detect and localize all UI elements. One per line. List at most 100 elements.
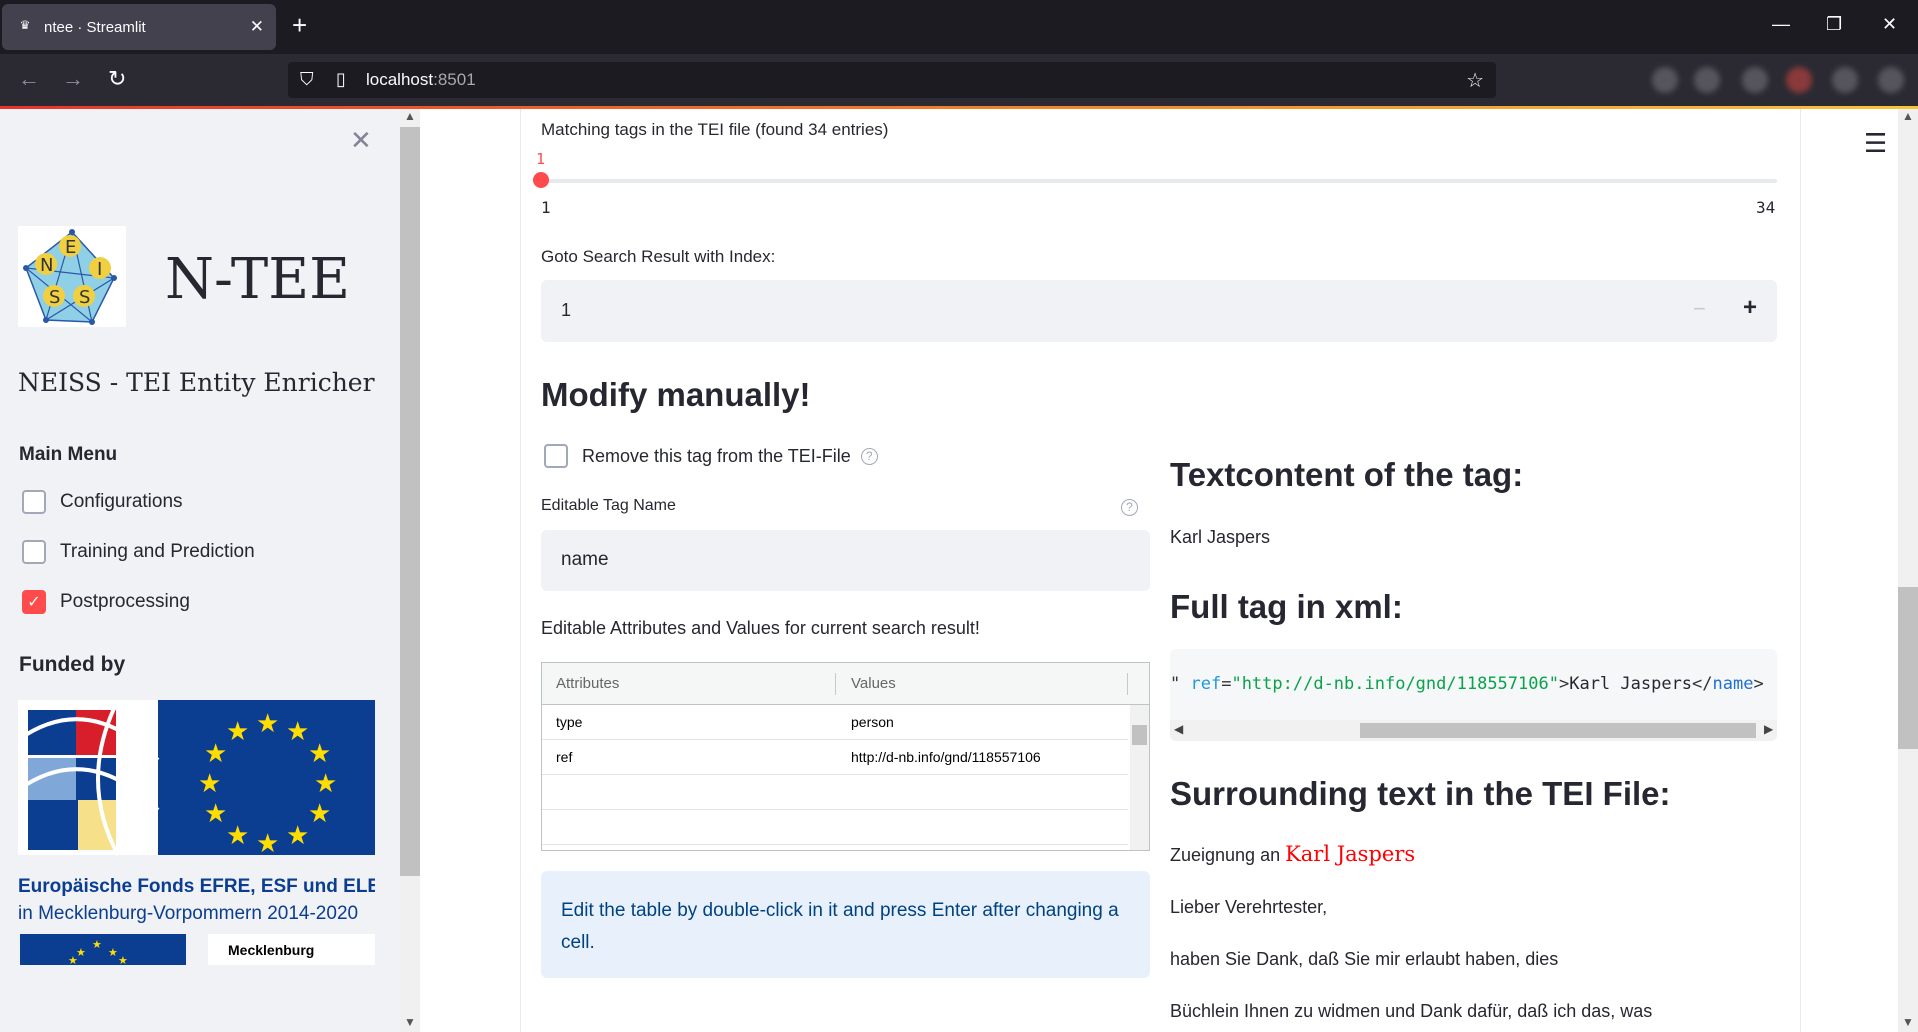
browser-tab[interactable]: ♛ ntee · Streamlit ✕ [2,4,276,50]
checkbox-checked[interactable]: ✓ [22,590,46,614]
table-row-empty[interactable] [542,775,1128,810]
menu-item-postprocessing[interactable]: ✓ Postprocessing [22,590,190,614]
scrollbar-thumb[interactable] [1132,725,1147,745]
svg-text:★: ★ [308,739,331,769]
extension-icon[interactable] [1694,67,1720,93]
browser-navbar: ← → ↻ ⛉ ▯ localhost:8501 ☆ [0,54,1918,106]
svg-text:S: S [79,287,90,308]
surrounding-heading: Surrounding text in the TEI File: [1170,775,1671,812]
scroll-up-icon[interactable]: ▲ [404,109,416,123]
modify-heading: Modify manually! [541,376,811,413]
checkbox[interactable] [22,540,46,564]
cell-attribute[interactable]: ref [556,749,572,765]
back-icon[interactable]: ← [18,66,40,92]
help-icon[interactable]: ? [1121,499,1138,516]
grid-header: Attributes Values [542,663,1149,705]
scrollbar-thumb[interactable] [1898,587,1918,749]
scrollbar-thumb[interactable] [1360,723,1756,738]
main-scrollbar[interactable]: ▲ ▼ [1898,109,1918,1032]
help-icon[interactable]: ? [860,447,878,465]
tag-name-input[interactable]: name [541,530,1150,591]
forward-icon[interactable]: → [62,66,84,92]
remove-tag-checkbox-row[interactable]: Remove this tag from the TEI-File ? [544,444,878,468]
menu-item-training[interactable]: Training and Prediction [22,540,255,564]
restore-icon[interactable]: ❐ [1826,14,1842,35]
svg-text:★: ★ [286,821,309,851]
svg-text:★: ★ [286,717,309,747]
scrollbar-thumb[interactable] [400,127,420,876]
attributes-grid[interactable]: Attributes Values type person ref http:/… [541,662,1150,851]
decrement-button[interactable]: − [1693,296,1706,322]
column-header-values[interactable]: Values [851,675,896,692]
svg-text:★: ★ [68,954,78,965]
browser-tabbar: ♛ ntee · Streamlit ✕ + — ❐ ✕ [0,0,1918,54]
cell-attribute[interactable]: type [556,714,582,730]
url-text[interactable]: localhost:8501 [366,70,476,90]
menu-item-label: Postprocessing [60,591,190,612]
eu-caption-line2: in Mecklenburg-Vorpommern 2014-2020 [18,903,358,924]
scroll-up-icon[interactable]: ▲ [1902,109,1914,123]
scroll-down-icon[interactable]: ▼ [1902,1015,1914,1029]
app-subtitle: NEISS - TEI Entity Enricher [18,368,375,397]
page-info-icon[interactable]: ▯ [336,69,346,90]
table-row[interactable]: type person [542,705,1128,740]
content-border [1800,109,1801,1032]
attributes-label: Editable Attributes and Values for curre… [541,618,980,638]
app-title: N-TEE [165,247,351,312]
svg-text:★: ★ [118,954,128,965]
reload-icon[interactable]: ↻ [108,66,126,92]
cell-value[interactable]: http://d-nb.info/gnd/118557106 [851,749,1041,765]
extension-icon[interactable] [1742,67,1768,93]
goto-index-input[interactable]: 1 − + [541,280,1777,342]
scroll-right-icon[interactable]: ▶ [1764,722,1773,736]
increment-button[interactable]: + [1743,294,1757,322]
close-sidebar-icon[interactable]: ✕ [350,125,372,156]
svg-text:★: ★ [226,717,249,747]
remove-tag-checkbox[interactable] [544,444,568,468]
surrounding-line-1: Zueignung an Karl Jaspers [1170,842,1416,866]
slider-track[interactable] [541,179,1777,183]
table-row[interactable]: ref http://d-nb.info/gnd/118557106 [542,740,1128,775]
textcontent-value: Karl Jaspers [1170,527,1271,547]
code-horizontal-scrollbar[interactable]: ◀ ▶ [1170,720,1777,741]
goto-index-value[interactable]: 1 [561,300,571,321]
slider-value: 1 [536,150,546,168]
slider-handle[interactable] [533,172,549,188]
svg-text:★: ★ [314,769,337,799]
table-row-empty[interactable] [542,810,1128,845]
menu-item-label: Training and Prediction [60,541,255,562]
surrounding-line-2: Lieber Verehrtester, [1170,897,1328,917]
extension-icon[interactable] [1878,67,1904,93]
url-bar[interactable]: ⛉ ▯ localhost:8501 ☆ [288,62,1496,98]
cell-value[interactable]: person [851,714,894,730]
scroll-left-icon[interactable]: ◀ [1174,722,1183,736]
xml-code-block[interactable]: " ref="http://d-nb.info/gnd/118557106">K… [1170,649,1777,741]
sidebar-scrollbar[interactable]: ▲ ▼ [400,109,420,1032]
tag-name-value[interactable]: name [561,549,609,571]
slider-label: Matching tags in the TEI file (found 34 … [541,120,889,139]
extension-icon[interactable] [1832,67,1858,93]
funded-by-heading: Funded by [19,653,126,676]
checkbox[interactable] [22,490,46,514]
minimize-icon[interactable]: — [1772,14,1790,35]
hamburger-menu-icon[interactable]: ☰ [1864,128,1887,159]
content-border [520,109,521,1032]
shield-icon[interactable]: ⛉ [300,69,314,90]
neiss-logo: E N I S S [18,226,126,327]
new-tab-icon[interactable]: + [292,12,307,38]
grid-scrollbar[interactable] [1130,705,1149,850]
bookmark-star-icon[interactable]: ☆ [1466,68,1484,93]
tab-close-icon[interactable]: ✕ [250,17,264,37]
svg-text:★: ★ [204,739,227,769]
svg-text:★: ★ [308,799,331,829]
svg-text:N: N [40,255,53,276]
extension-icon[interactable] [1786,67,1812,93]
entity-highlight: Karl Jaspers [1285,842,1416,866]
scroll-down-icon[interactable]: ▼ [404,1015,416,1029]
svg-text:★: ★ [108,946,118,959]
menu-item-configurations[interactable]: Configurations [22,490,183,514]
extension-icon[interactable] [1652,67,1678,93]
column-header-attributes[interactable]: Attributes [556,675,619,692]
svg-text:★: ★ [256,709,279,739]
window-close-icon[interactable]: ✕ [1882,14,1897,35]
